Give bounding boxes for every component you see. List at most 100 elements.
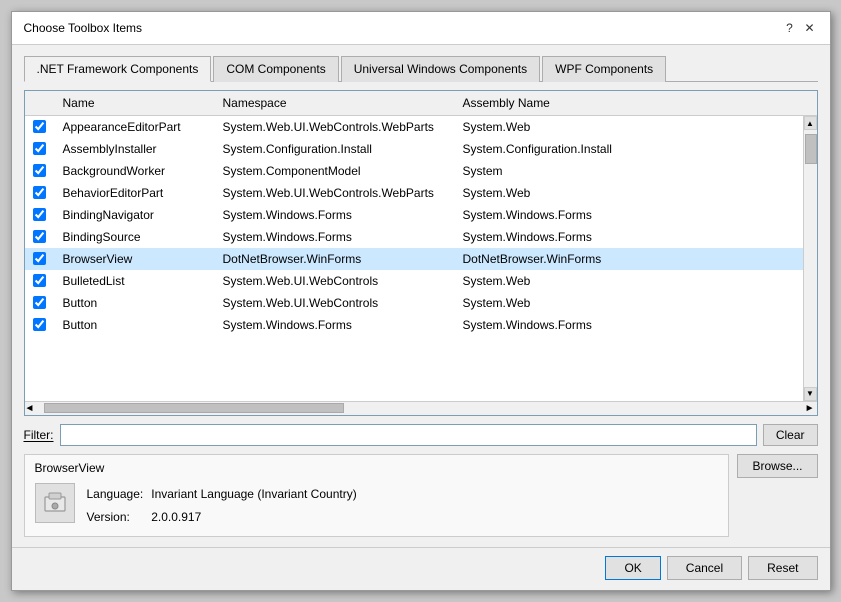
col-check <box>25 94 55 112</box>
row-namespace: System.ComponentModel <box>215 163 455 179</box>
scroll-left-btn[interactable]: ◄ <box>25 403 35 414</box>
row-namespace: System.Windows.Forms <box>215 229 455 245</box>
row-checkbox[interactable] <box>33 186 46 199</box>
cancel-button[interactable]: Cancel <box>667 556 742 580</box>
filter-input[interactable] <box>60 424 757 446</box>
row-checkbox[interactable] <box>33 120 46 133</box>
info-section: BrowserView Language: Invar <box>24 454 730 537</box>
row-name: Button <box>55 295 215 311</box>
filter-label: Filter: <box>24 428 54 442</box>
row-assembly: System.Web <box>455 185 803 201</box>
row-checkbox[interactable] <box>33 296 46 309</box>
clear-button[interactable]: Clear <box>763 424 818 446</box>
table-row[interactable]: AppearanceEditorPart System.Web.UI.WebCo… <box>25 116 803 138</box>
filter-row: Filter: Clear <box>24 424 818 446</box>
close-button[interactable]: ✕ <box>802 20 818 36</box>
row-checkbox-cell <box>25 120 55 133</box>
table-header: Name Namespace Assembly Name <box>25 91 817 116</box>
row-assembly: System.Configuration.Install <box>455 141 803 157</box>
h-scroll-thumb[interactable] <box>44 403 344 413</box>
table-row[interactable]: BindingNavigator System.Windows.Forms Sy… <box>25 204 803 226</box>
table-row[interactable]: BulletedList System.Web.UI.WebControls S… <box>25 270 803 292</box>
table-scroll-wrapper: AppearanceEditorPart System.Web.UI.WebCo… <box>25 116 817 401</box>
table-row[interactable]: Button System.Windows.Forms System.Windo… <box>25 314 803 336</box>
row-namespace: System.Windows.Forms <box>215 317 455 333</box>
tab-dotnet[interactable]: .NET Framework Components <box>24 56 212 82</box>
info-section-wrapper: BrowserView Language: Invar <box>24 454 818 537</box>
table-row[interactable]: AssemblyInstaller System.Configuration.I… <box>25 138 803 160</box>
row-name: BindingNavigator <box>55 207 215 223</box>
language-value: Invariant Language (Invariant Country) <box>151 483 356 507</box>
row-assembly: System.Web <box>455 119 803 135</box>
scroll-up-button[interactable]: ▲ <box>804 116 817 130</box>
table-row[interactable]: BindingSource System.Windows.Forms Syste… <box>25 226 803 248</box>
table-row[interactable]: BrowserView DotNetBrowser.WinForms DotNe… <box>25 248 803 270</box>
row-checkbox-cell <box>25 186 55 199</box>
row-name: Button <box>55 317 215 333</box>
version-value: 2.0.0.917 <box>151 506 356 530</box>
row-namespace: System.Web.UI.WebControls <box>215 273 455 289</box>
scroll-down-button[interactable]: ▼ <box>804 387 817 401</box>
component-icon <box>35 483 75 523</box>
ok-button[interactable]: OK <box>605 556 660 580</box>
table-rows-area: AppearanceEditorPart System.Web.UI.WebCo… <box>25 116 803 401</box>
row-namespace: System.Web.UI.WebControls.WebParts <box>215 119 455 135</box>
components-table: Name Namespace Assembly Name AppearanceE… <box>24 90 818 416</box>
row-name: BulletedList <box>55 273 215 289</box>
row-checkbox[interactable] <box>33 318 46 331</box>
row-assembly: System <box>455 163 803 179</box>
horizontal-scrollbar[interactable]: ◄ ► <box>25 401 817 415</box>
row-checkbox-cell <box>25 296 55 309</box>
tab-bar: .NET Framework Components COM Components… <box>24 55 818 82</box>
col-name: Name <box>55 94 215 112</box>
scroll-track <box>804 130 817 387</box>
row-namespace: System.Windows.Forms <box>215 207 455 223</box>
browse-button[interactable]: Browse... <box>737 454 817 478</box>
row-checkbox[interactable] <box>33 274 46 287</box>
row-name: BindingSource <box>55 229 215 245</box>
row-checkbox[interactable] <box>33 230 46 243</box>
row-name: BehaviorEditorPart <box>55 185 215 201</box>
dialog-content: .NET Framework Components COM Components… <box>12 45 830 547</box>
tab-wpf[interactable]: WPF Components <box>542 56 666 82</box>
row-assembly: System.Windows.Forms <box>455 317 803 333</box>
row-checkbox[interactable] <box>33 142 46 155</box>
col-namespace: Namespace <box>215 94 455 112</box>
choose-toolbox-dialog: Choose Toolbox Items ? ✕ .NET Framework … <box>11 11 831 591</box>
version-label: Version: <box>87 506 152 530</box>
row-namespace: System.Configuration.Install <box>215 141 455 157</box>
table-row[interactable]: Button System.Web.UI.WebControls System.… <box>25 292 803 314</box>
title-bar-controls: ? ✕ <box>782 20 818 36</box>
selected-item-name: BrowserView <box>35 461 719 475</box>
help-button[interactable]: ? <box>782 20 798 36</box>
dialog-title: Choose Toolbox Items <box>24 21 143 35</box>
row-name: BackgroundWorker <box>55 163 215 179</box>
row-assembly: DotNetBrowser.WinForms <box>455 251 803 267</box>
dialog-footer: OK Cancel Reset <box>12 547 830 590</box>
col-assembly: Assembly Name <box>455 94 817 112</box>
info-details: Language: Invariant Language (Invariant … <box>87 483 719 530</box>
table-row[interactable]: BackgroundWorker System.ComponentModel S… <box>25 160 803 182</box>
row-namespace: System.Web.UI.WebControls <box>215 295 455 311</box>
scroll-thumb[interactable] <box>805 134 817 164</box>
row-name: BrowserView <box>55 251 215 267</box>
row-checkbox[interactable] <box>33 208 46 221</box>
title-bar: Choose Toolbox Items ? ✕ <box>12 12 830 45</box>
language-label: Language: <box>87 483 152 507</box>
row-assembly: System.Web <box>455 273 803 289</box>
row-checkbox[interactable] <box>33 164 46 177</box>
reset-button[interactable]: Reset <box>748 556 817 580</box>
row-name: AppearanceEditorPart <box>55 119 215 135</box>
tab-universal[interactable]: Universal Windows Components <box>341 56 540 82</box>
row-assembly: System.Web <box>455 295 803 311</box>
row-checkbox-cell <box>25 208 55 221</box>
info-body: Language: Invariant Language (Invariant … <box>35 483 719 530</box>
row-assembly: System.Windows.Forms <box>455 207 803 223</box>
scroll-right-btn[interactable]: ► <box>805 403 815 414</box>
row-checkbox-cell <box>25 142 55 155</box>
table-row[interactable]: BehaviorEditorPart System.Web.UI.WebCont… <box>25 182 803 204</box>
vertical-scrollbar[interactable]: ▲ ▼ <box>803 116 817 401</box>
row-name: AssemblyInstaller <box>55 141 215 157</box>
row-checkbox[interactable] <box>33 252 46 265</box>
tab-com[interactable]: COM Components <box>213 56 338 82</box>
